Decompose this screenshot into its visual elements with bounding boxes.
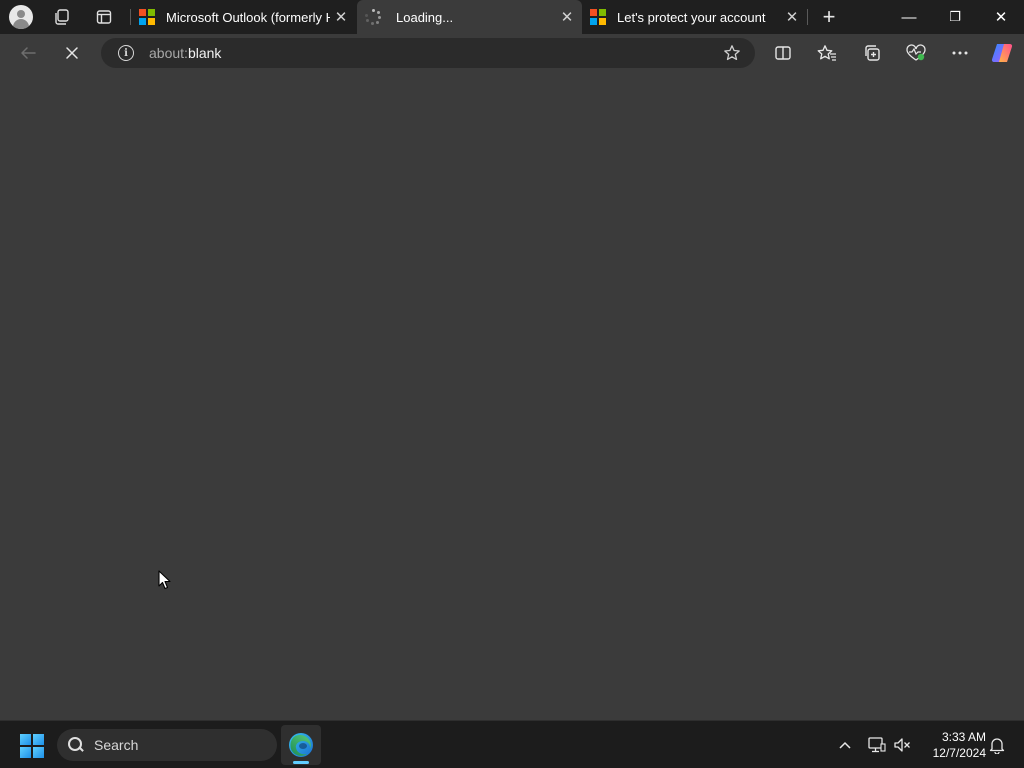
tab-loading[interactable]: Loading... ✕ <box>357 0 582 34</box>
mouse-cursor-icon <box>158 570 172 595</box>
site-info-icon[interactable]: i <box>118 45 134 61</box>
volume-muted-icon <box>894 738 910 752</box>
edge-logo-icon <box>289 733 313 757</box>
restore-button[interactable]: ❐ <box>932 0 978 34</box>
more-icon <box>952 51 968 55</box>
stop-loading-icon <box>66 47 78 59</box>
page-content-blank[interactable] <box>0 72 1024 718</box>
copilot-icon <box>991 43 1013 63</box>
tab-close-button[interactable]: ✕ <box>556 6 578 28</box>
clock-time: 3:33 AM <box>941 730 986 744</box>
profile-button[interactable] <box>7 3 35 31</box>
favorite-star-icon[interactable] <box>723 44 741 65</box>
clock-date: 12/7/2024 <box>932 746 986 760</box>
tab-strip: Microsoft Outlook (formerly Ho ✕ Loading… <box>0 0 1024 34</box>
running-indicator <box>293 761 309 764</box>
search-placeholder: Search <box>94 737 139 753</box>
workspaces-button[interactable] <box>47 3 77 31</box>
windows-logo-icon <box>20 734 31 745</box>
browser-essentials-icon <box>906 44 926 61</box>
system-clock[interactable]: 3:33 AM 12/7/2024 <box>920 729 986 761</box>
taskbar: Search 3:33 AM 12/7/2024 <box>0 720 1024 768</box>
taskbar-search[interactable]: Search <box>57 729 277 761</box>
bell-icon <box>989 737 1005 754</box>
show-hidden-icons-button[interactable] <box>833 731 857 759</box>
minimize-button[interactable]: — <box>886 0 932 34</box>
microsoft-logo-icon <box>590 9 606 25</box>
split-screen-icon <box>775 46 791 60</box>
favorites-icon <box>817 45 836 61</box>
favorites-button[interactable] <box>811 38 843 68</box>
url-host: blank <box>187 45 222 61</box>
navigation-toolbar: i about:blank <box>0 34 1024 72</box>
browser-window: Microsoft Outlook (formerly Ho ✕ Loading… <box>0 0 1024 720</box>
loading-spinner-icon <box>365 9 381 25</box>
notifications-button[interactable] <box>985 731 1009 759</box>
url-scheme: about: <box>149 45 188 61</box>
tab-protect-account[interactable]: Let's protect your account ✕ <box>582 0 807 34</box>
more-button[interactable] <box>944 38 976 68</box>
volume-button[interactable] <box>890 731 914 759</box>
window-close-button[interactable]: ✕ <box>978 0 1024 34</box>
tab-outlook[interactable]: Microsoft Outlook (formerly Ho ✕ <box>131 0 356 34</box>
tab-label: Let's protect your account <box>617 9 766 25</box>
taskbar-edge-button[interactable] <box>281 725 321 765</box>
browser-essentials-button[interactable] <box>900 38 932 68</box>
tab-label: Microsoft Outlook (formerly Ho <box>166 9 330 25</box>
back-button[interactable] <box>12 38 44 68</box>
tab-label: Loading... <box>396 9 454 25</box>
chevron-up-icon <box>839 741 851 749</box>
back-arrow-icon <box>21 47 36 59</box>
collections-button[interactable] <box>856 38 888 68</box>
microsoft-logo-icon <box>139 9 155 25</box>
profile-avatar-icon <box>9 5 33 29</box>
address-url[interactable]: about:blank <box>149 45 221 61</box>
network-icon <box>868 737 886 753</box>
tab-actions-button[interactable] <box>89 3 119 31</box>
vertical-tabs-icon <box>96 10 112 24</box>
split-screen-button[interactable] <box>767 38 799 68</box>
collections-icon <box>865 45 880 61</box>
workspaces-icon <box>55 9 69 25</box>
start-button[interactable] <box>20 734 44 758</box>
tab-separator <box>807 9 808 25</box>
tab-close-button[interactable]: ✕ <box>330 6 352 28</box>
stop-loading-button[interactable] <box>56 38 88 68</box>
search-icon <box>68 737 84 753</box>
copilot-button[interactable] <box>986 38 1018 68</box>
new-tab-button[interactable]: + <box>814 3 844 31</box>
tab-close-button[interactable]: ✕ <box>781 6 803 28</box>
network-button[interactable] <box>865 731 889 759</box>
address-bar[interactable]: i about:blank <box>101 38 755 68</box>
